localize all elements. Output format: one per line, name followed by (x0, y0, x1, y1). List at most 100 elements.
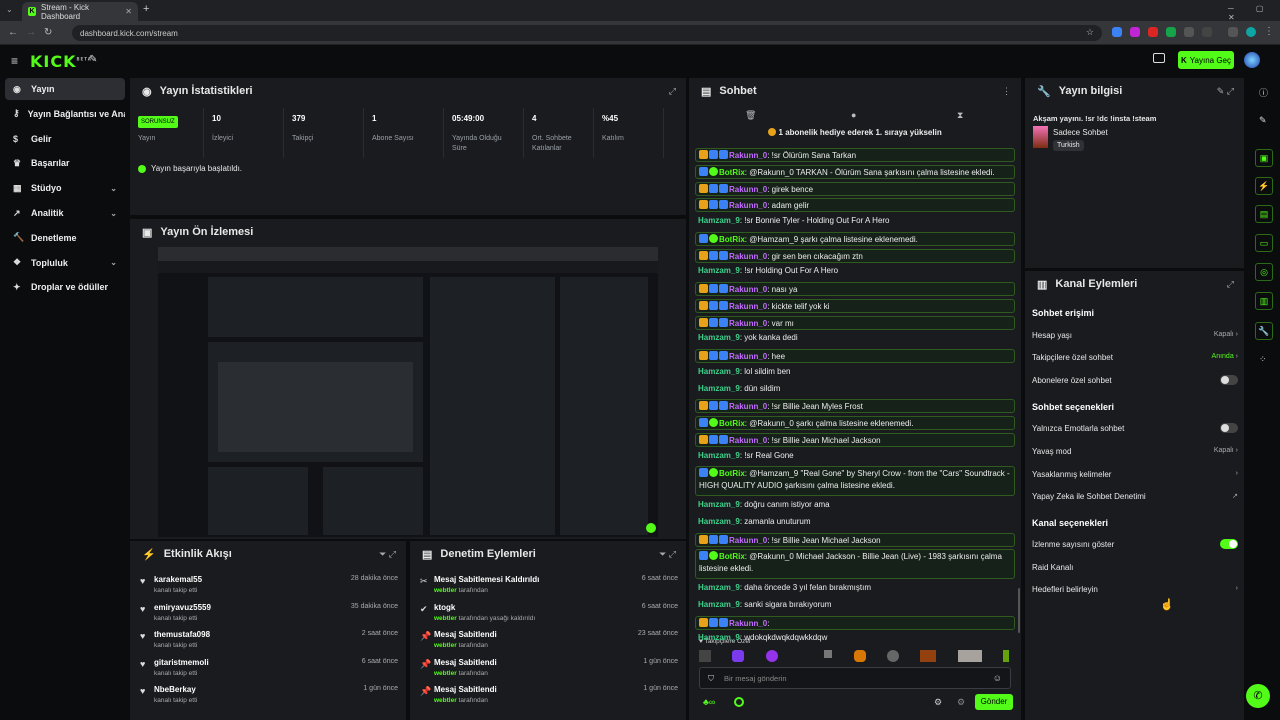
close-tab-icon[interactable]: ✕ (125, 7, 132, 16)
moderator-name[interactable]: webtler (434, 670, 457, 677)
ai-moderation-row[interactable]: Yapay Zeka ile Sohbet Denetimi ↗ (1032, 492, 1238, 501)
chat-input[interactable]: ⛉ Bir mesaj gönderin ☺ (699, 667, 1011, 689)
expand-icon[interactable]: ⤢ (1227, 279, 1234, 290)
browser-menu-icon[interactable]: ⋮ (1264, 26, 1274, 37)
chat-username[interactable]: Hamzam_9 (698, 517, 740, 526)
chat-message[interactable]: BotRix: @Rakunn_0 şarkı çalma listesine … (695, 416, 1015, 430)
moderator-name[interactable]: webtler (434, 697, 457, 704)
banned-words-row[interactable]: Yasaklanmış kelimeler › (1032, 470, 1238, 479)
new-tab-button[interactable]: + (143, 3, 149, 15)
chat-message[interactable]: Hamzam_9: doğru canım istiyor ama (695, 499, 1015, 513)
help-chat-button[interactable]: ✆ (1246, 684, 1270, 708)
send-button[interactable]: Gönder (975, 694, 1013, 710)
emote-only-toggle[interactable] (1220, 423, 1238, 433)
tab-menu-icon[interactable]: ⌄ (6, 5, 13, 14)
mod-action-row[interactable]: ✂ Mesaj Sabitlemesi Kaldırıldı webtler tar… (420, 573, 678, 599)
emote[interactable] (732, 650, 745, 662)
chat-message[interactable]: Hamzam_9: yok kanka dedi (695, 332, 1015, 346)
loyalty-points-icon[interactable]: ♣∞ (703, 697, 715, 707)
url-field[interactable]: dashboard.kick.com/stream ☆ (72, 25, 1102, 41)
sidebar-item[interactable]: ❖ Topluluk ⌄ (5, 252, 125, 274)
filter-expand-icons[interactable]: ⏷ ⤢ (659, 549, 676, 560)
mod-action-row[interactable]: ✔ ktogk webtler tarafından yasağı kaldırıl… (420, 601, 678, 627)
chat-username[interactable]: Rakunn_0 (729, 151, 767, 160)
sidebar-item[interactable]: $ Gelir (5, 128, 125, 150)
apps-icon[interactable]: ⁘ (1259, 354, 1267, 365)
subs-only-toggle[interactable] (1220, 375, 1238, 385)
chat-message[interactable]: Hamzam_9: sanki sigara bırakıyorum (695, 599, 1015, 613)
browser-tab[interactable]: K Stream - Kick Dashboard ✕ (22, 2, 138, 21)
hamburger-menu-icon[interactable]: ≡ (11, 54, 18, 68)
expand-icon[interactable]: ⤢ (669, 86, 676, 97)
emote[interactable] (699, 650, 711, 662)
chat-message[interactable]: Hamzam_9: !sr Bonnie Tyler - Holding Out… (695, 215, 1015, 229)
chevron-down-icon[interactable]: ⌄ (110, 258, 117, 267)
chat-message[interactable]: Hamzam_9: lol sildim ben (695, 366, 1015, 380)
chat-message[interactable]: BotRix: @Hamzam_9 "Real Gone" by Sheryl … (695, 466, 1015, 497)
chat-username[interactable]: Rakunn_0 (729, 185, 767, 194)
stream-preview-video[interactable] (158, 247, 658, 537)
raid-channel-row[interactable]: Raid Kanalı (1032, 563, 1238, 572)
chat-username[interactable]: Hamzam_9 (698, 451, 740, 460)
chat-message[interactable]: BotRix: @Rakunn_0 TARKAN - Ölürüm Sana ş… (695, 164, 1015, 179)
chat-message[interactable]: Hamzam_9: wdokqkdwqkdqwkkdqw (695, 632, 1015, 646)
emote[interactable] (765, 650, 778, 662)
extension-icon[interactable] (1130, 27, 1140, 37)
chat-message[interactable]: Rakunn_0: !sr Billie Jean Michael Jackso… (695, 532, 1015, 547)
event-username[interactable]: karakemal55 (154, 575, 202, 584)
emote[interactable] (957, 650, 982, 662)
chat-message[interactable]: Rakunn_0: !sr Ölürüm Sana Tarkan (695, 148, 1015, 162)
chat-username[interactable]: Hamzam_9 (698, 367, 740, 376)
event-username[interactable]: themustafa098 (154, 630, 210, 639)
chevron-down-icon[interactable]: ⌄ (110, 209, 117, 218)
chat-menu-icon[interactable]: ⋮ (1002, 86, 1011, 97)
chat-message[interactable]: Hamzam_9: !sr Real Gone (695, 450, 1015, 464)
settings-gear-icon[interactable]: ⚙ (934, 697, 942, 708)
window-controls[interactable]: ─ ▢ ✕ (1228, 4, 1280, 22)
chat-username[interactable]: Rakunn_0 (729, 402, 767, 411)
chat-username[interactable]: Rakunn_0 (729, 536, 767, 545)
rail-list-button[interactable]: ▤ (1255, 205, 1273, 223)
forward-icon[interactable]: → (26, 27, 36, 38)
dashboard-layout-icon[interactable] (1153, 53, 1165, 63)
chat-message[interactable]: Hamzam_9: dün sildim (695, 383, 1015, 397)
rail-video-button[interactable]: ▣ (1255, 149, 1273, 167)
chat-message[interactable]: Rakunn_0: girek bence (695, 181, 1015, 196)
event-row[interactable]: ♥ themustafa098 kanalı takip etti 2 saat ön… (140, 628, 398, 654)
chat-username[interactable]: BotRix (719, 469, 745, 478)
sidebar-item[interactable]: ✦ Droplar ve ödüller (5, 276, 125, 298)
chat-username[interactable]: Hamzam_9 (698, 384, 740, 393)
info-circle-icon[interactable]: ⓘ (1259, 86, 1268, 99)
event-username[interactable]: emiryavuz5559 (154, 603, 211, 612)
profile-avatar[interactable] (1246, 27, 1256, 37)
tools-icon[interactable]: ✎ (89, 54, 97, 65)
sidebar-item[interactable]: ♛ Başarılar (5, 152, 125, 174)
emote[interactable] (799, 650, 803, 662)
gift-sub-banner[interactable]: 1 abonelik hediye ederek 1. sıraya yükse… (689, 128, 1021, 144)
chat-username[interactable]: Rakunn_0 (729, 352, 767, 361)
extension-icon[interactable] (1112, 27, 1122, 37)
chat-message[interactable]: Rakunn_0: !sr Billie Jean Myles Frost (695, 399, 1015, 414)
event-username[interactable]: gitaristmemoli (154, 658, 209, 667)
event-row[interactable]: ♥ gitaristmemoli kanalı takip etti 6 saat ö… (140, 656, 398, 682)
chat-username[interactable]: Rakunn_0 (729, 302, 767, 311)
extension-icon[interactable] (1166, 27, 1176, 37)
kick-logo[interactable]: KICKBETA (30, 52, 92, 71)
emote[interactable] (920, 650, 937, 662)
chat-username[interactable]: Hamzam_9 (698, 333, 740, 342)
set-goals-row[interactable]: Hedefleri belirleyin › (1032, 585, 1238, 594)
sidebar-item[interactable]: ↗ Analitik ⌄ (5, 202, 125, 224)
mod-gear-icon[interactable]: ⚙ (957, 697, 965, 708)
filter-expand-icons[interactable]: ⏷ ⤢ (379, 549, 396, 560)
emoji-icon[interactable]: ☺ (993, 673, 1002, 683)
back-icon[interactable]: ← (8, 27, 18, 38)
emote[interactable] (1002, 650, 1009, 662)
rail-target-button[interactable]: ◎ (1255, 263, 1273, 281)
chat-username[interactable]: Hamzam_9 (698, 600, 740, 609)
chat-username[interactable]: BotRix (719, 168, 745, 177)
hourglass-icon[interactable]: ⧗ (957, 110, 963, 121)
edit-icon[interactable]: ✎ (1259, 115, 1267, 126)
moderator-name[interactable]: webtler (434, 615, 457, 622)
rail-channel-button[interactable]: ▥ (1255, 292, 1273, 310)
account-age-row[interactable]: Hesap yaşı Kapalı › (1032, 331, 1238, 340)
